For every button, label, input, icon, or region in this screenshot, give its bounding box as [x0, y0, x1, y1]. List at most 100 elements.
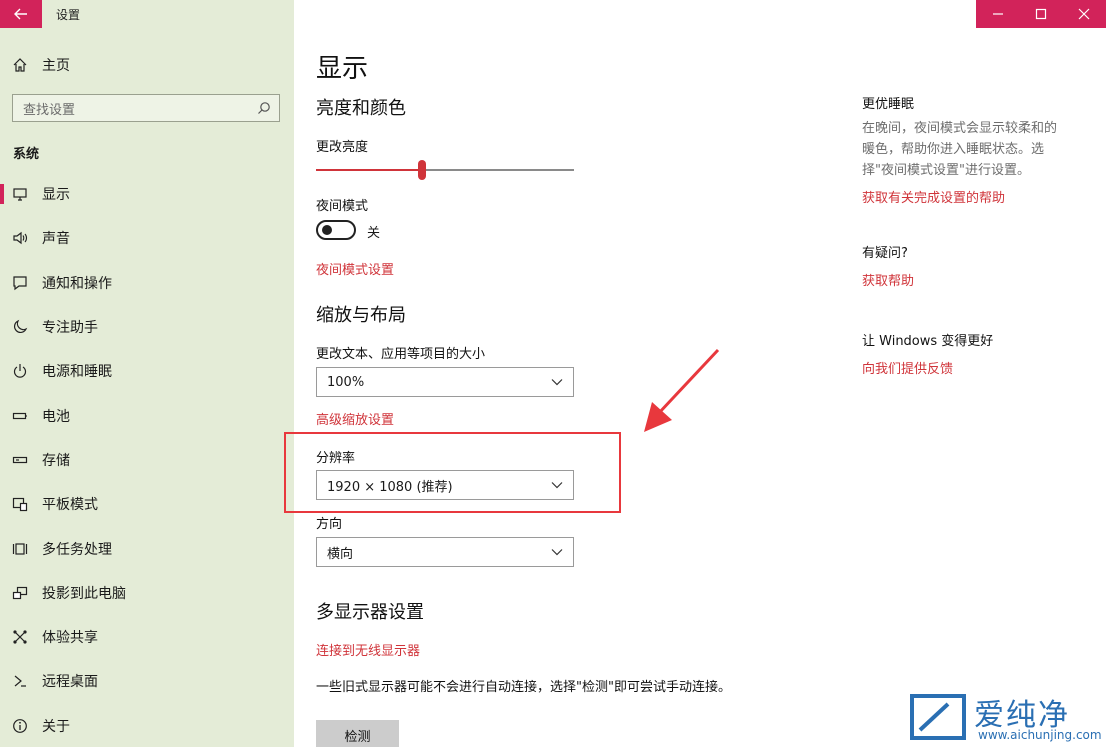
sidebar-item-power-sleep[interactable]: 电源和睡眠: [0, 349, 294, 393]
home-icon: [12, 57, 28, 73]
better-sleep-panel: 更优睡眠 在晚间，夜间模式会显示较柔和的暖色，帮助你进入睡眠状态。选择"夜间模式…: [862, 93, 1067, 206]
multi-display-description: 一些旧式显示器可能不会进行自动连接，选择"检测"即可尝试手动连接。: [316, 680, 731, 695]
question-heading: 有疑问?: [862, 246, 908, 261]
scale-layout-heading: 缩放与布局: [316, 305, 406, 326]
sidebar: 设置 主页 查找设置 系统 显示 声音 通知和操作 专注助手 电源和睡眠 电池 …: [0, 0, 294, 747]
sidebar-item-label: 体验共享: [42, 630, 98, 647]
search-input[interactable]: 查找设置: [12, 94, 280, 122]
sidebar-item-home[interactable]: 主页: [12, 54, 70, 76]
sidebar-item-tablet-mode[interactable]: 平板模式: [0, 482, 294, 526]
sidebar-item-display[interactable]: 显示: [0, 172, 294, 216]
sidebar-item-sound[interactable]: 声音: [0, 216, 294, 260]
setup-help-link[interactable]: 获取有关完成设置的帮助: [862, 187, 1067, 206]
watermark-logo-icon: [910, 694, 966, 740]
settings-window: 设置 主页 查找设置 系统 显示 声音 通知和操作 专注助手 电源和睡眠 电池 …: [0, 0, 1106, 747]
speaker-icon: [12, 230, 28, 246]
titlebar-left: 设置: [0, 0, 294, 28]
sidebar-item-label: 显示: [42, 187, 70, 204]
orientation-label: 方向: [316, 517, 343, 532]
storage-icon: [12, 452, 28, 468]
sidebar-item-notifications[interactable]: 通知和操作: [0, 261, 294, 305]
brightness-color-heading: 亮度和颜色: [316, 98, 406, 119]
scale-value: 100%: [327, 374, 365, 390]
wireless-display-link[interactable]: 连接到无线显示器: [316, 640, 420, 659]
home-label: 主页: [42, 58, 70, 74]
sidebar-item-shared-experience[interactable]: 体验共享: [0, 615, 294, 659]
battery-icon: [12, 408, 28, 424]
question-panel: 有疑问? 获取帮助: [862, 242, 914, 289]
tablet-icon: [12, 496, 28, 512]
close-button[interactable]: [1063, 0, 1106, 28]
maximize-icon: [1035, 8, 1047, 20]
sidebar-item-label: 电池: [42, 408, 70, 425]
maximize-button[interactable]: [1019, 0, 1062, 28]
slider-thumb[interactable]: [418, 160, 426, 180]
detect-button[interactable]: 检测: [316, 720, 399, 747]
annotation-arrow: [644, 348, 720, 432]
power-icon: [12, 363, 28, 379]
get-help-link[interactable]: 获取帮助: [862, 270, 914, 289]
advanced-scaling-link[interactable]: 高级缩放设置: [316, 409, 394, 428]
share-icon: [12, 629, 28, 645]
sidebar-nav: 显示 声音 通知和操作 专注助手 电源和睡眠 电池 存储 平板模式 多任务处理 …: [0, 172, 294, 747]
back-arrow-icon: [14, 8, 27, 20]
sidebar-item-label: 投影到此电脑: [42, 585, 126, 602]
remote-icon: [12, 673, 28, 689]
sidebar-item-label: 电源和睡眠: [42, 364, 112, 381]
night-mode-label: 夜间模式: [316, 199, 369, 214]
better-sleep-text: 在晚间，夜间模式会显示较柔和的暖色，帮助你进入睡眠状态。选择"夜间模式设置"进行…: [862, 121, 1058, 178]
sidebar-item-label: 关于: [42, 718, 70, 735]
search-icon: [258, 102, 270, 114]
slider-fill: [316, 169, 422, 171]
sidebar-item-project[interactable]: 投影到此电脑: [0, 571, 294, 615]
info-icon: [12, 718, 28, 734]
sidebar-item-label: 平板模式: [42, 497, 98, 514]
scale-label: 更改文本、应用等项目的大小: [316, 347, 486, 362]
window-controls: [976, 0, 1106, 28]
sidebar-item-focus-assist[interactable]: 专注助手: [0, 305, 294, 349]
chevron-down-icon: [551, 549, 563, 556]
feedback-heading: 让 Windows 变得更好: [862, 334, 994, 349]
moon-icon: [12, 319, 28, 335]
search-placeholder: 查找设置: [23, 102, 76, 118]
back-button[interactable]: [0, 0, 42, 28]
scale-dropdown[interactable]: 100%: [316, 367, 574, 397]
feedback-link[interactable]: 向我们提供反馈: [862, 358, 993, 377]
watermark-url: www.aichunjing.com: [978, 728, 1102, 742]
orientation-value: 横向: [327, 546, 354, 562]
sidebar-item-label: 声音: [42, 231, 70, 248]
sidebar-item-storage[interactable]: 存储: [0, 438, 294, 482]
sidebar-item-about[interactable]: 关于: [0, 704, 294, 747]
sidebar-item-remote-desktop[interactable]: 远程桌面: [0, 659, 294, 703]
minimize-icon: [992, 13, 1003, 15]
sidebar-item-multitasking[interactable]: 多任务处理: [0, 526, 294, 570]
toggle-knob: [322, 225, 332, 235]
sidebar-item-label: 多任务处理: [42, 541, 112, 558]
better-sleep-heading: 更优睡眠: [862, 97, 915, 112]
night-mode-toggle[interactable]: [316, 220, 356, 240]
page-title: 显示: [316, 54, 369, 84]
resolution-dropdown[interactable]: 1920 × 1080 (推荐): [316, 470, 574, 500]
watermark: 爱纯净 www.aichunjing.com: [908, 690, 1106, 746]
multi-display-heading: 多显示器设置: [316, 602, 424, 623]
sidebar-item-label: 通知和操作: [42, 275, 112, 292]
brightness-slider[interactable]: [316, 160, 574, 180]
sidebar-item-label: 专注助手: [42, 320, 98, 337]
chevron-down-icon: [551, 379, 563, 386]
section-label-system: 系统: [13, 147, 40, 162]
notification-icon: [12, 275, 28, 291]
orientation-dropdown[interactable]: 横向: [316, 537, 574, 567]
night-mode-settings-link[interactable]: 夜间模式设置: [316, 259, 394, 278]
minimize-button[interactable]: [976, 0, 1019, 28]
sidebar-item-label: 远程桌面: [42, 674, 98, 691]
resolution-label: 分辨率: [316, 451, 356, 466]
night-mode-state: 关: [367, 226, 381, 241]
feedback-panel: 让 Windows 变得更好 向我们提供反馈: [862, 330, 993, 377]
app-title: 设置: [56, 8, 81, 22]
chevron-down-icon: [551, 482, 563, 489]
main-content: 显示 亮度和颜色 更改亮度 夜间模式 关 夜间模式设置 缩放与布局 更改文本、应…: [284, 0, 1106, 747]
close-icon: [1078, 8, 1090, 20]
monitor-icon: [12, 186, 28, 202]
resolution-value: 1920 × 1080 (推荐): [327, 479, 453, 495]
sidebar-item-battery[interactable]: 电池: [0, 393, 294, 437]
